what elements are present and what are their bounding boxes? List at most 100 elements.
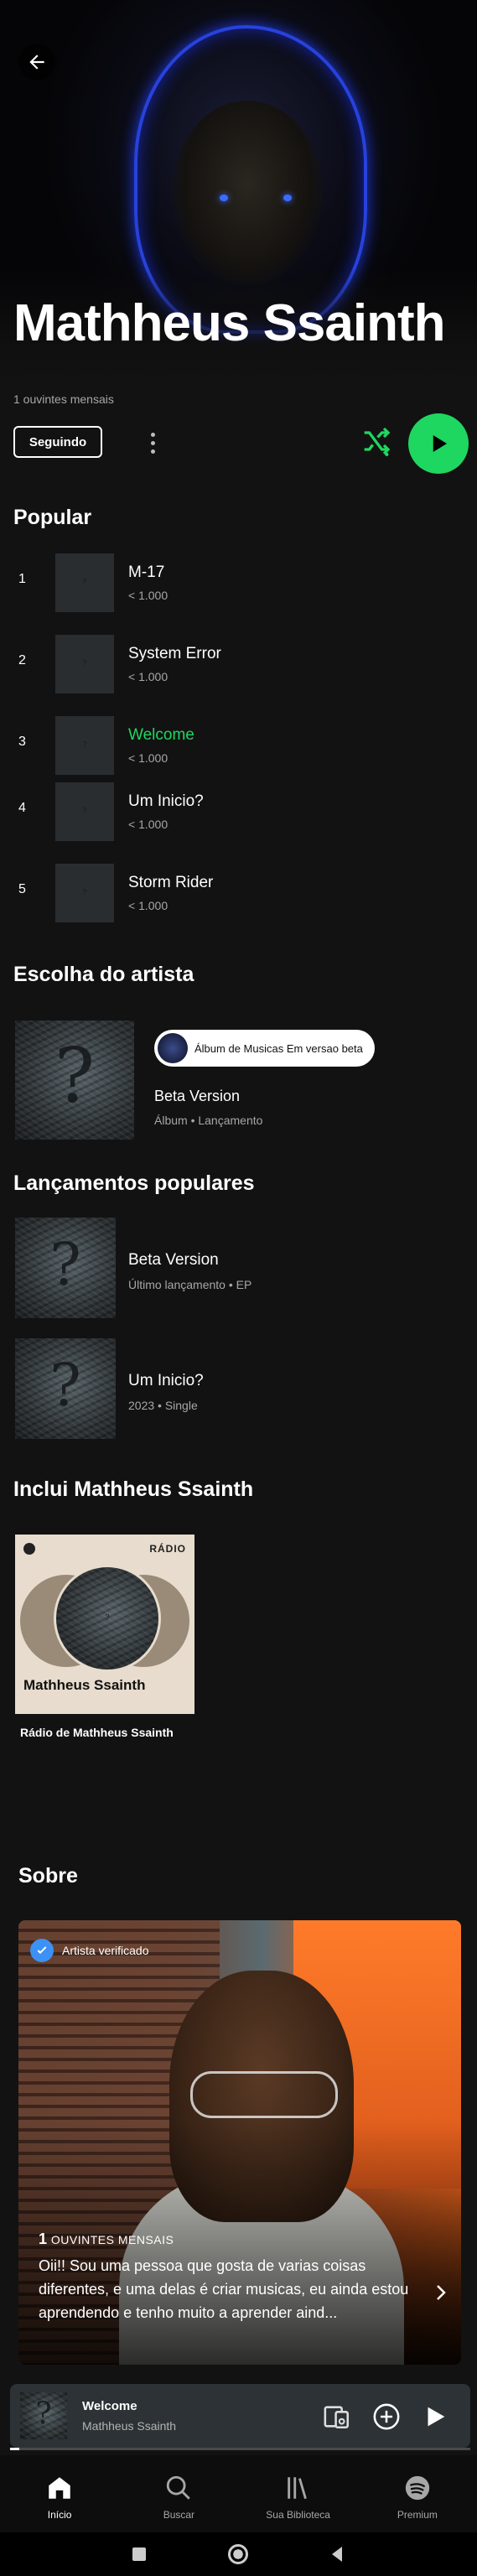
about-bio: Oii!! Sou uma pessoa que gosta de varias… <box>39 2257 409 2321</box>
add-icon[interactable] <box>372 2402 401 2431</box>
release-cover <box>15 1218 116 1318</box>
featuring-title: Inclui Mathheus Ssainth <box>13 1478 254 1501</box>
arrow-left-icon <box>29 55 44 70</box>
artist-pick-badge[interactable]: Álbum de Musicas Em versao beta <box>154 1030 375 1067</box>
track-plays: < 1.000 <box>128 899 169 912</box>
radio-card-name: Mathheus Ssainth <box>23 1677 146 1693</box>
release-meta: 2023 • Single <box>128 1399 198 1412</box>
play-button[interactable] <box>408 413 469 474</box>
library-icon <box>287 2477 307 2500</box>
track-name: Welcome <box>128 726 194 744</box>
artist-photo-eye <box>283 195 292 201</box>
track-number: 3 <box>18 735 26 749</box>
dot-icon <box>150 432 155 437</box>
nav-premium[interactable]: Premium <box>358 2455 477 2532</box>
radio-caption[interactable]: Rádio de Mathheus Ssainth <box>20 1726 174 1739</box>
artist-pick-cover[interactable] <box>15 1021 134 1140</box>
track-plays: < 1.000 <box>128 589 169 602</box>
chevron-right-icon <box>437 2285 446 2300</box>
badge-thumbnail <box>158 1033 188 1063</box>
track-cover <box>55 635 114 693</box>
radio-label: RÁDIO <box>149 1543 186 1555</box>
release-name: Um Inicio? <box>128 1372 204 1389</box>
nav-library[interactable]: Sua Biblioteca <box>239 2455 358 2532</box>
release-cover <box>15 1338 116 1439</box>
spotify-icon <box>405 2475 430 2501</box>
release-item[interactable]: Um Inicio? 2023 • Single <box>0 1338 477 1447</box>
track-plays: < 1.000 <box>128 751 169 765</box>
back-button[interactable] <box>18 44 55 80</box>
track-plays: < 1.000 <box>128 818 169 831</box>
track-cover <box>55 716 114 775</box>
track-row[interactable]: 4 Um Inicio? < 1.000 <box>0 777 477 844</box>
nav-home[interactable]: Início <box>0 2455 119 2532</box>
about-title: Sobre <box>18 1864 78 1888</box>
monthly-listeners: 1 ouvintes mensais <box>13 392 114 406</box>
nav-label: Buscar <box>163 2509 195 2521</box>
track-row[interactable]: 2 System Error < 1.000 <box>0 630 477 697</box>
track-cover <box>55 864 114 922</box>
now-playing-title: Welcome <box>82 2399 137 2413</box>
search-icon <box>167 2475 191 2500</box>
spotify-logo-icon <box>23 1543 35 1555</box>
play-icon[interactable] <box>421 2402 449 2431</box>
popular-title: Popular <box>13 506 92 529</box>
track-number: 5 <box>18 882 26 896</box>
track-row[interactable]: 5 Storm Rider < 1.000 <box>0 859 477 926</box>
nav-label: Premium <box>397 2509 438 2521</box>
artist-pick-name[interactable]: Beta Version <box>154 1088 240 1105</box>
shuffle-icon[interactable] <box>359 424 392 458</box>
artist-pick-meta: Álbum • Lançamento <box>154 1114 263 1127</box>
track-row[interactable]: 1 M-17 < 1.000 <box>0 548 477 615</box>
artist-name: Mathheus Ssainth <box>13 294 446 352</box>
badge-text: Álbum de Musicas Em versao beta <box>194 1041 363 1055</box>
nav-label: Início <box>47 2509 72 2521</box>
system-navigation-bar <box>0 2532 477 2576</box>
dot-icon <box>150 449 155 454</box>
track-number: 4 <box>18 801 26 815</box>
now-playing-cover <box>20 2392 67 2439</box>
more-options-button[interactable] <box>144 428 161 458</box>
track-name: M-17 <box>128 564 165 581</box>
track-name: Storm Rider <box>128 874 214 891</box>
artist-pick-title: Escolha do artista <box>13 963 194 986</box>
verified-label: Artista verificado <box>62 1944 149 1957</box>
release-item[interactable]: Beta Version Último lançamento • EP <box>0 1218 477 1327</box>
nav-label: Sua Biblioteca <box>266 2509 330 2521</box>
mini-player[interactable]: Welcome Mathheus Ssainth <box>10 2384 470 2448</box>
radio-card[interactable]: RÁDIO Mathheus Ssainth <box>15 1535 194 1714</box>
playback-progress-fill <box>10 2448 19 2450</box>
track-number: 2 <box>18 653 26 667</box>
releases-title: Lançamentos populares <box>13 1171 255 1195</box>
devices-icon[interactable] <box>323 2402 351 2431</box>
home-icon <box>49 2477 70 2499</box>
verified-badge: Artista verificado <box>30 1939 148 1962</box>
dot-icon <box>150 440 155 445</box>
home-system-icon[interactable] <box>228 2544 248 2564</box>
artist-photo-eye <box>220 195 228 201</box>
bottom-nav: Início Buscar Sua Biblioteca Premium <box>0 2455 477 2532</box>
track-number: 1 <box>18 572 26 586</box>
playback-progress <box>10 2448 470 2450</box>
track-row-playing[interactable]: 3 Welcome < 1.000 <box>0 711 477 778</box>
about-photo-glasses <box>190 2071 338 2118</box>
about-card[interactable]: Artista verificado 1 OUVINTES MENSAIS Oi… <box>18 1920 461 2365</box>
release-meta: Último lançamento • EP <box>128 1278 252 1291</box>
play-icon <box>433 435 447 452</box>
track-cover <box>55 553 114 612</box>
track-cover <box>55 782 114 841</box>
follow-button[interactable]: Seguindo <box>13 426 102 458</box>
verified-check-icon <box>30 1939 54 1962</box>
nav-search[interactable]: Buscar <box>119 2455 238 2532</box>
recents-icon[interactable] <box>132 2547 146 2561</box>
track-plays: < 1.000 <box>128 670 169 683</box>
artist-photo <box>172 101 323 285</box>
track-name: Um Inicio? <box>128 792 204 810</box>
radio-artist-photo <box>54 1565 161 1672</box>
track-name: System Error <box>128 645 221 662</box>
now-playing-artist: Mathheus Ssainth <box>82 2419 177 2433</box>
about-listeners-label: OUVINTES MENSAIS <box>50 2233 174 2246</box>
about-listeners-count: 1 <box>39 2231 48 2247</box>
back-system-icon[interactable] <box>329 2545 345 2563</box>
release-name: Beta Version <box>128 1251 219 1269</box>
